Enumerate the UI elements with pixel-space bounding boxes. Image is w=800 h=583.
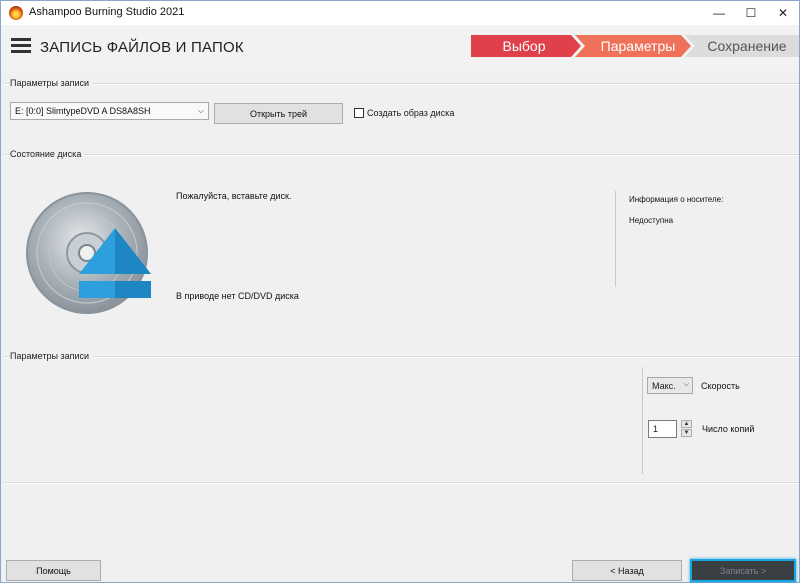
help-button[interactable]: Помощь [6, 560, 101, 581]
write-params-group-title: Параметры записи [10, 351, 93, 361]
disc-state-group-title: Состояние диска [10, 149, 85, 159]
speed-select-value: Макс. [652, 381, 676, 391]
title-bar: Ashampoo Burning Studio 2021 — ☐ ✕ [1, 1, 799, 25]
close-button[interactable]: ✕ [765, 1, 800, 25]
disc-eject-icon [25, 188, 155, 318]
back-button[interactable]: < Назад [572, 560, 682, 581]
step-select[interactable]: Выбор [471, 35, 581, 57]
chevron-down-icon: ⌵ [197, 106, 204, 115]
chevron-down-icon: ⌵ [683, 381, 689, 388]
insert-disc-prompt: Пожалуйста, вставьте диск. [176, 191, 292, 201]
create-image-checkbox[interactable] [354, 108, 364, 118]
divider [3, 482, 799, 483]
hamburger-menu-icon[interactable] [11, 38, 31, 54]
open-tray-button[interactable]: Открыть трей [214, 103, 343, 124]
create-image-label[interactable]: Создать образ диска [367, 108, 454, 118]
speed-label: Скорость [701, 381, 740, 391]
page-title: ЗАПИСЬ ФАЙЛОВ И ПАПОК [40, 39, 244, 56]
app-flame-icon [9, 6, 23, 20]
copies-input[interactable]: 1 [648, 420, 677, 438]
app-window: Ashampoo Burning Studio 2021 — ☐ ✕ ЗАПИС… [0, 0, 800, 583]
media-info-label: Информация о носителе: [629, 195, 724, 204]
divider [642, 367, 643, 474]
window-title: Ashampoo Burning Studio 2021 [29, 6, 185, 18]
speed-select[interactable]: Макс. ⌵ [647, 377, 693, 394]
minimize-button[interactable]: — [701, 1, 737, 25]
drive-select-value: E: [0:0] SlimtypeDVD A DS8A8SH [15, 106, 151, 116]
copies-label: Число копий [702, 424, 755, 434]
step-parameters-label: Параметры [600, 38, 676, 54]
page-header: ЗАПИСЬ ФАЙЛОВ И ПАПОК Выбор Параметры Со… [1, 25, 799, 71]
divider [3, 83, 799, 84]
step-parameters[interactable]: Параметры [575, 35, 691, 57]
record-params-group-title: Параметры записи [10, 78, 93, 88]
burn-button[interactable]: Записать > [690, 559, 796, 582]
spin-down-icon[interactable]: ▼ [681, 429, 692, 437]
drive-select[interactable]: E: [0:0] SlimtypeDVD A DS8A8SH ⌵ [10, 102, 209, 120]
divider [3, 154, 799, 155]
spin-up-icon[interactable]: ▲ [681, 420, 692, 428]
step-save-label: Сохранение [707, 38, 787, 54]
step-save: Сохранение [685, 35, 799, 57]
no-disc-message: В приводе нет CD/DVD диска [176, 291, 299, 301]
divider [615, 191, 616, 287]
divider [3, 356, 799, 357]
step-select-label: Выбор [502, 38, 546, 54]
wizard-steps: Выбор Параметры Сохранение [471, 35, 799, 57]
media-info-value: Недоступна [629, 216, 674, 225]
maximize-button[interactable]: ☐ [733, 1, 769, 25]
